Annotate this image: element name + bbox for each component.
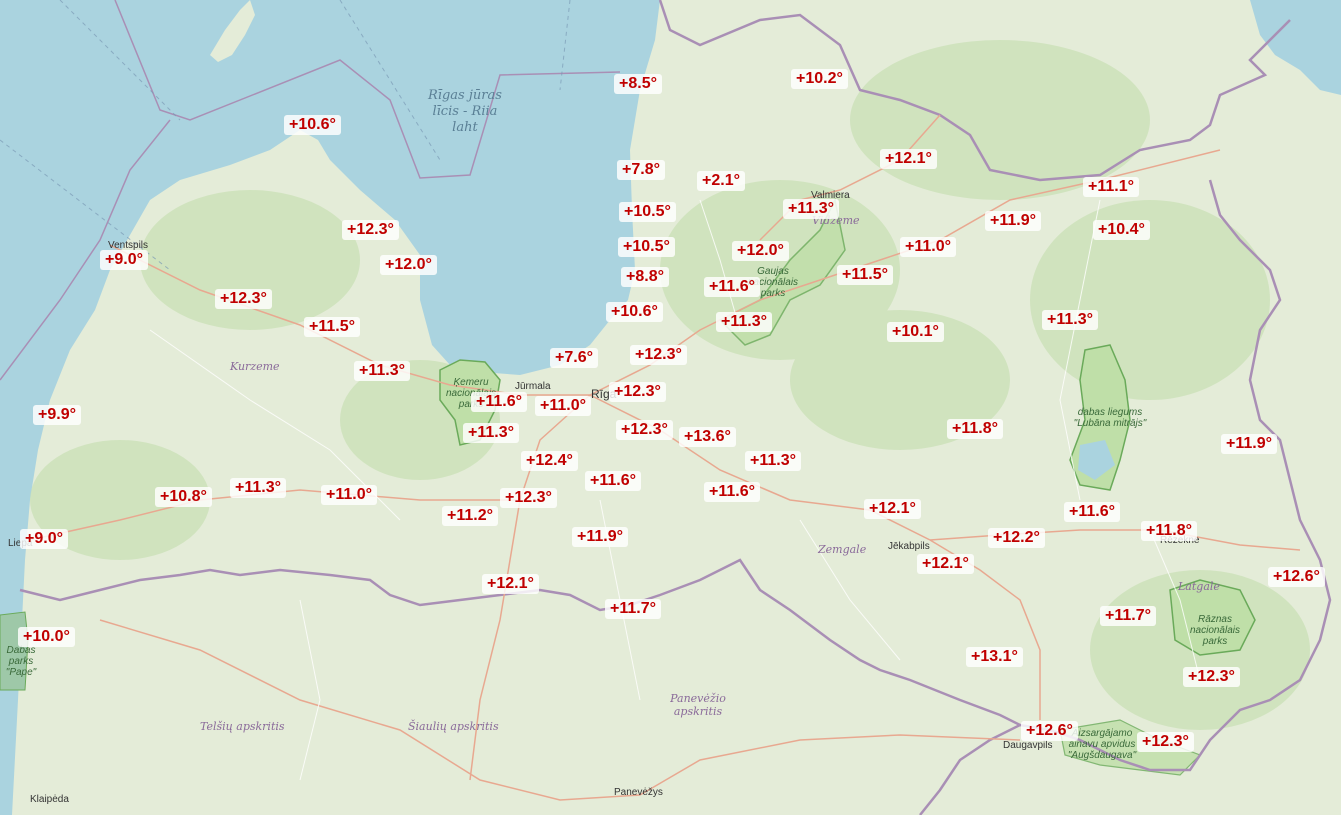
temperature-label: +12.3° — [630, 345, 687, 365]
region-siauliu: Šiaulių apskritis — [408, 720, 499, 733]
temperature-label: +7.8° — [617, 160, 665, 180]
temperature-label: +12.3° — [1183, 667, 1240, 687]
temperature-label: +11.7° — [1100, 606, 1156, 626]
temperature-label: +10.6° — [284, 115, 341, 135]
temperature-label: +11.6° — [471, 392, 527, 412]
temperature-label: +10.5° — [619, 202, 676, 222]
temperature-label: +12.3° — [215, 289, 272, 309]
temperature-label: +11.5° — [304, 317, 360, 337]
temperature-label: +11.3° — [1042, 310, 1098, 330]
temperature-label: +12.6° — [1021, 721, 1078, 741]
temperature-label: +12.1° — [482, 574, 539, 594]
temperature-label: +12.1° — [917, 554, 974, 574]
temperature-label: +12.3° — [500, 488, 557, 508]
park-pape: Dabas parks "Pape" — [5, 645, 37, 678]
temperature-label: +12.0° — [732, 241, 789, 261]
temperature-label: +11.3° — [230, 478, 286, 498]
temperature-label: +9.0° — [100, 250, 148, 270]
temperature-label: +12.3° — [1137, 732, 1194, 752]
place-klaipeda: Klaipėda — [30, 794, 69, 805]
temperature-label: +11.0° — [535, 396, 591, 416]
temperature-label: +9.0° — [20, 529, 68, 549]
temperature-label: +10.5° — [618, 237, 675, 257]
sea-label: Rīgas jūras līcis - Riia laht — [428, 88, 502, 136]
temperature-label: +12.3° — [342, 220, 399, 240]
temperature-label: +11.6° — [704, 482, 760, 502]
park-razna: Rāznas nacionālais parks — [1189, 614, 1241, 647]
temperature-label: +12.1° — [864, 499, 921, 519]
temperature-label: +10.0° — [18, 627, 75, 647]
place-panevezys: Panevėžys — [614, 787, 663, 798]
sea-label-line: Rīgas jūras — [428, 88, 502, 103]
temperature-label: +11.3° — [354, 361, 410, 381]
temperature-label: +11.9° — [1221, 434, 1277, 454]
region-zemgale: Zemgale — [818, 543, 867, 556]
temperature-label: +11.8° — [947, 419, 1003, 439]
temperature-label: +11.3° — [783, 199, 839, 219]
temperature-label: +12.6° — [1268, 567, 1325, 587]
temperature-label: +11.0° — [900, 237, 956, 257]
temperature-label: +11.7° — [605, 599, 661, 619]
temperature-label: +11.3° — [716, 312, 772, 332]
temperature-label: +13.1° — [966, 647, 1023, 667]
region-panevezio: Panevėžio apskritis — [670, 692, 726, 718]
temperature-label: +12.3° — [609, 382, 666, 402]
temperature-label: +11.0° — [321, 485, 377, 505]
temperature-label: +7.6° — [550, 348, 598, 368]
temperature-label: +12.1° — [880, 149, 937, 169]
temperature-label: +10.2° — [791, 69, 848, 89]
temperature-label: +11.6° — [585, 471, 641, 491]
place-jurmala: Jūrmala — [515, 381, 551, 392]
temperature-label: +10.1° — [887, 322, 944, 342]
region-telsiu: Telšių apskritis — [200, 720, 285, 733]
place-daugavpils: Daugavpils — [1003, 740, 1053, 751]
temperature-label: +11.3° — [745, 451, 801, 471]
temperature-label: +11.6° — [704, 277, 760, 297]
place-jekabpils: Jēkabpils — [888, 541, 930, 552]
temperature-label: +12.3° — [616, 420, 673, 440]
park-lubana: dabas liegums "Lubāna mitrājs" — [1073, 407, 1147, 429]
temperature-label: +8.5° — [614, 74, 662, 94]
temperature-label: +8.8° — [621, 267, 669, 287]
region-latgale: Latgale — [1178, 580, 1220, 593]
temperature-label: +11.9° — [985, 211, 1041, 231]
temperature-label: +11.3° — [463, 423, 519, 443]
temperature-label: +10.6° — [606, 302, 663, 322]
temperature-label: +11.8° — [1141, 521, 1197, 541]
temperature-label: +11.6° — [1064, 502, 1120, 522]
temperature-label: +10.4° — [1093, 220, 1150, 240]
temperature-label: +11.9° — [572, 527, 628, 547]
temperature-label: +11.1° — [1083, 177, 1139, 197]
temperature-label: +10.8° — [155, 487, 212, 507]
temperature-label: +12.2° — [988, 528, 1045, 548]
temperature-label: +2.1° — [697, 171, 745, 191]
sea-label-line: līcis - Riia — [432, 104, 498, 119]
temperature-label: +11.5° — [837, 265, 893, 285]
temperature-label: +12.4° — [521, 451, 578, 471]
temperature-label: +13.6° — [679, 427, 736, 447]
temperature-label: +12.0° — [380, 255, 437, 275]
temperature-label: +9.9° — [33, 405, 81, 425]
temperature-label: +11.2° — [442, 506, 498, 526]
region-kurzeme: Kurzeme — [230, 360, 280, 373]
sea-label-line: laht — [452, 120, 478, 135]
